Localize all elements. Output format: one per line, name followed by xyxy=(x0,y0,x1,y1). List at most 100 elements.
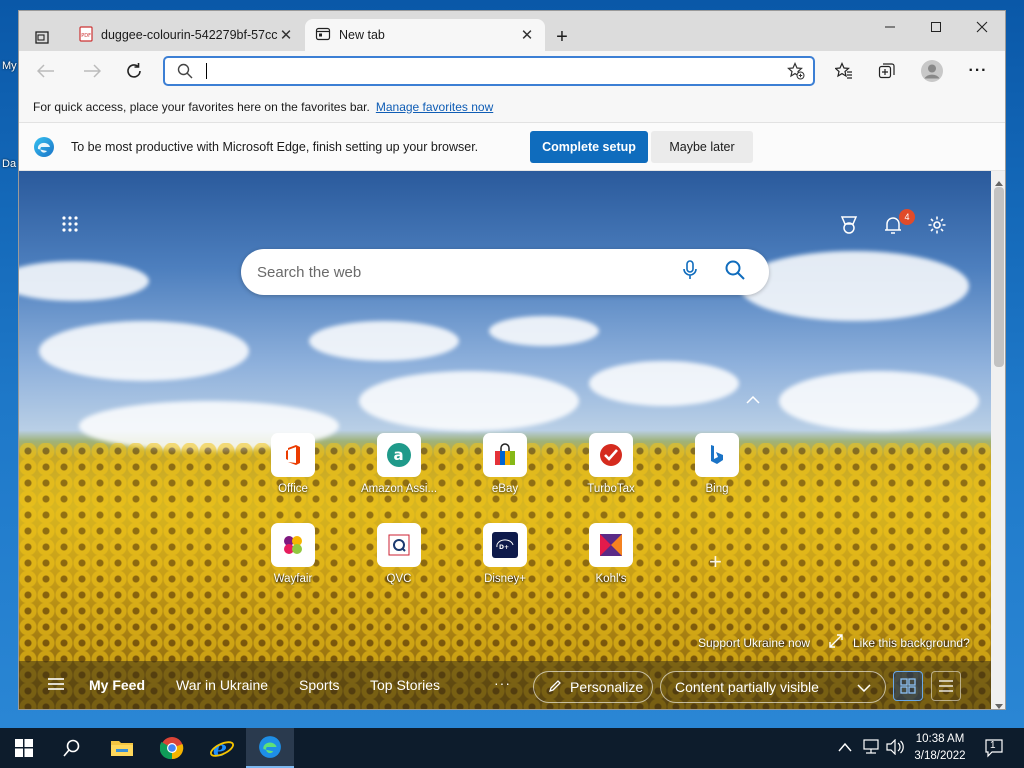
favorites-icon[interactable] xyxy=(831,59,857,83)
expand-background-icon[interactable] xyxy=(829,634,843,651)
clock-date: 3/18/2022 xyxy=(914,750,966,762)
quicklink-tile[interactable]: Office xyxy=(253,433,333,495)
apps-launcher-icon[interactable] xyxy=(61,215,79,236)
scrollbar-thumb[interactable] xyxy=(994,187,1004,367)
personalize-button[interactable]: Personalize xyxy=(533,671,653,703)
feed-tab-sports[interactable]: Sports xyxy=(299,677,339,693)
profile-avatar-icon[interactable] xyxy=(919,59,945,83)
amazon-assistant-icon: a xyxy=(377,433,421,477)
toolbar: ··· xyxy=(19,51,1005,91)
feed-tab-top-stories[interactable]: Top Stories xyxy=(370,677,440,693)
rewards-icon[interactable] xyxy=(839,215,859,238)
notifications-bell-icon[interactable]: 4 xyxy=(883,209,915,238)
tile-label: Kohl's xyxy=(595,573,627,585)
feed-bar: My Feed War in Ukraine Sports Top Storie… xyxy=(19,661,991,709)
scroll-down-icon[interactable] xyxy=(995,699,1003,709)
manage-favorites-link[interactable]: Manage favorites now xyxy=(376,100,493,114)
clock-time: 10:38 AM xyxy=(915,733,965,745)
setup-message: To be most productive with Microsoft Edg… xyxy=(71,139,479,154)
show-hidden-icons-chevron[interactable] xyxy=(838,741,852,755)
like-background-link[interactable]: Like this background? xyxy=(853,636,970,650)
address-bar[interactable] xyxy=(163,56,815,86)
taskbar: e 10:38 AM 3/18/2022 1 xyxy=(0,728,1024,768)
pdf-icon: PDF xyxy=(79,25,93,45)
collections-icon[interactable] xyxy=(874,59,900,83)
kohls-icon xyxy=(589,523,633,567)
desktop-icon-label[interactable]: Da xyxy=(2,158,16,170)
background-cloud xyxy=(779,371,979,431)
ebay-icon xyxy=(483,433,527,477)
quicklink-tile[interactable]: Wayfair xyxy=(253,523,333,585)
svg-text:a: a xyxy=(394,446,404,464)
refresh-icon[interactable] xyxy=(121,59,147,83)
file-explorer-icon[interactable] xyxy=(98,728,146,768)
settings-gear-icon[interactable] xyxy=(927,215,947,238)
tab-new-tab[interactable]: New tab ✕ xyxy=(305,19,545,51)
back-icon[interactable] xyxy=(33,59,59,83)
volume-icon[interactable] xyxy=(886,738,904,758)
bing-icon xyxy=(695,433,739,477)
hamburger-menu-icon[interactable] xyxy=(47,677,65,694)
start-windows-icon[interactable] xyxy=(0,728,48,768)
search-icon[interactable] xyxy=(48,728,96,768)
quicklink-tile[interactable]: eBay xyxy=(465,433,545,495)
maybe-later-button[interactable]: Maybe later xyxy=(651,131,753,163)
tile-label: TurboTax xyxy=(587,483,635,495)
chrome-icon[interactable] xyxy=(148,728,196,768)
collapse-chevron-icon[interactable] xyxy=(746,393,760,407)
browser-window: PDF duggee-colourin-542279bf-57cc ✕ New … xyxy=(18,10,1006,710)
page-scrollbar[interactable] xyxy=(991,171,1005,709)
add-site-plus-icon[interactable]: + xyxy=(709,549,722,575)
background-cloud xyxy=(309,321,459,361)
more-options-icon[interactable]: ··· xyxy=(965,59,991,83)
internet-explorer-icon[interactable]: e xyxy=(198,728,246,768)
background-cloud xyxy=(19,261,149,301)
feed-tab-war-in-ukraine[interactable]: War in Ukraine xyxy=(176,677,268,693)
tile-label: Amazon Assi... xyxy=(360,483,438,495)
close-tab-icon[interactable]: ✕ xyxy=(519,26,535,44)
network-icon[interactable] xyxy=(862,739,880,758)
microphone-icon[interactable] xyxy=(683,260,697,284)
background-cloud xyxy=(739,251,969,321)
more-feed-icon[interactable]: ··· xyxy=(494,675,511,691)
quicklink-tile[interactable]: D+ Disney+ xyxy=(465,523,545,585)
quicklink-tile[interactable]: TurboTax xyxy=(571,433,651,495)
content-visibility-label: Content partially visible xyxy=(675,679,819,695)
forward-icon[interactable] xyxy=(79,59,105,83)
maximize-button[interactable] xyxy=(913,11,959,43)
add-favorite-icon[interactable] xyxy=(787,62,805,83)
chevron-down-icon xyxy=(857,679,871,695)
close-window-button[interactable] xyxy=(959,11,1005,43)
favorites-bar: For quick access, place your favorites h… xyxy=(19,91,1005,123)
support-ukraine-link[interactable]: Support Ukraine now xyxy=(698,636,810,650)
notification-badge: 4 xyxy=(899,209,915,225)
search-icon xyxy=(177,63,193,82)
quicklink-tile[interactable]: a Amazon Assi... xyxy=(359,433,439,495)
office-icon xyxy=(271,433,315,477)
grid-layout-icon[interactable] xyxy=(893,671,923,701)
favorites-bar-text: For quick access, place your favorites h… xyxy=(33,99,370,114)
web-search-box[interactable]: Search the web xyxy=(241,249,769,295)
newtab-icon xyxy=(315,26,331,45)
list-layout-icon[interactable] xyxy=(931,671,961,701)
desktop-icon-label[interactable]: My xyxy=(2,60,17,72)
tab-pdf[interactable]: PDF duggee-colourin-542279bf-57cc ✕ xyxy=(69,19,304,51)
search-icon[interactable] xyxy=(725,260,745,284)
feed-tab-my-feed[interactable]: My Feed xyxy=(89,677,145,693)
quicklink-tile[interactable]: Kohl's xyxy=(571,523,651,585)
minimize-button[interactable] xyxy=(867,11,913,43)
content-visibility-dropdown[interactable]: Content partially visible xyxy=(660,671,886,703)
system-clock[interactable]: 10:38 AM 3/18/2022 xyxy=(908,731,972,765)
tab-title: duggee-colourin-542279bf-57cc xyxy=(101,28,278,42)
address-input[interactable] xyxy=(209,60,779,82)
action-center-icon[interactable]: 1 xyxy=(984,738,1004,761)
new-tab-plus-icon[interactable]: + xyxy=(549,25,575,49)
svg-text:PDF: PDF xyxy=(81,33,91,39)
complete-setup-button[interactable]: Complete setup xyxy=(530,131,648,163)
quicklink-tile[interactable]: QVC xyxy=(359,523,439,585)
close-tab-icon[interactable]: ✕ xyxy=(278,26,294,44)
tab-actions-icon[interactable] xyxy=(29,25,55,49)
tile-label: Wayfair xyxy=(273,573,313,585)
quicklink-tile[interactable]: Bing xyxy=(677,433,757,495)
edge-taskbar-icon[interactable] xyxy=(246,728,294,768)
